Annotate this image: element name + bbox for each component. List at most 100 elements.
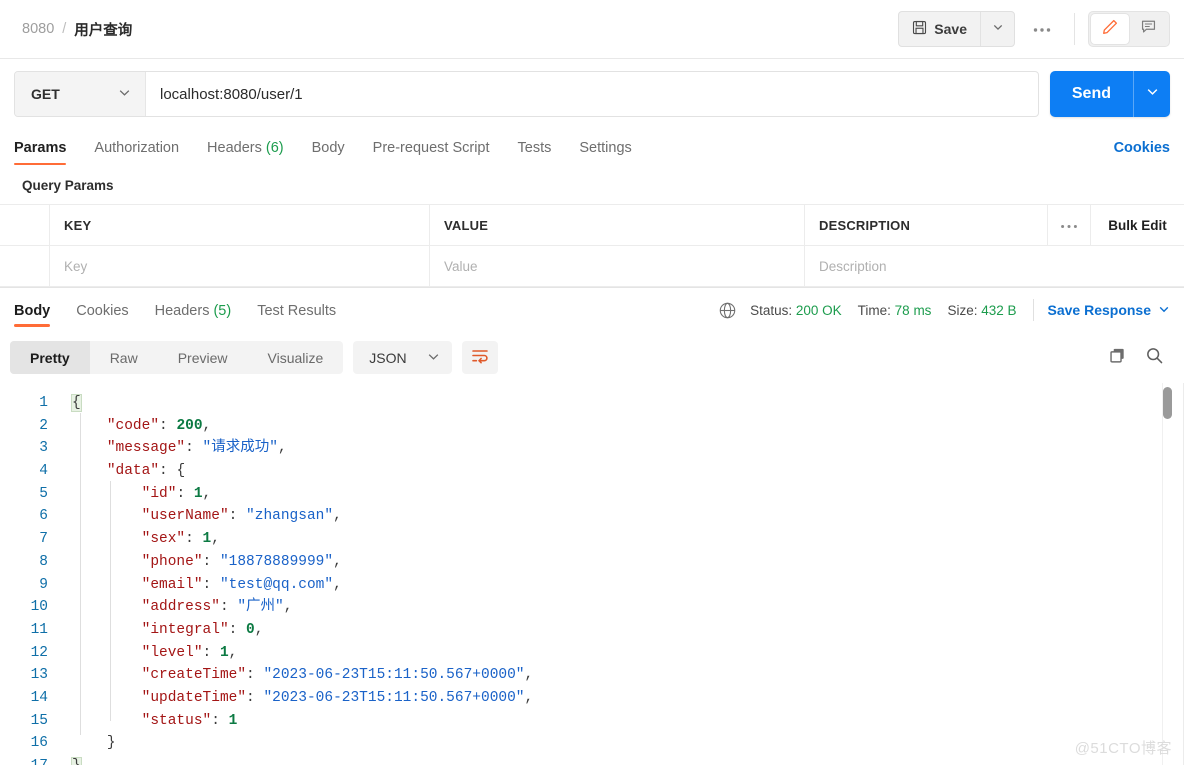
response-format-bar: Pretty Raw Preview Visualize JSON <box>0 332 1184 383</box>
save-response-label: Save Response <box>1047 302 1152 318</box>
param-description-input[interactable]: Description <box>805 246 1090 286</box>
column-header-description-label: DESCRIPTION <box>819 217 911 233</box>
save-button-label: Save <box>934 21 967 37</box>
code-token: : <box>246 667 264 684</box>
response-view-segmented: Pretty Raw Preview Visualize <box>10 341 344 374</box>
save-response-button[interactable]: Save Response <box>1048 302 1171 318</box>
code-token: : <box>176 485 194 502</box>
line-number: 3 <box>39 440 48 457</box>
request-tabs: Params Authorization Headers (6) Body Pre… <box>0 129 1184 165</box>
line-number: 16 <box>30 735 48 752</box>
code-token: 1 <box>193 485 203 502</box>
http-method-value: GET <box>31 86 60 102</box>
column-header-value-label: VALUE <box>444 217 489 233</box>
more-actions-button[interactable] <box>1023 12 1061 46</box>
size-info: Size: 432 B <box>947 303 1016 318</box>
column-header-key: KEY <box>50 205 430 245</box>
response-body-viewer[interactable]: 1234567891011121314151617 { "code": 200,… <box>0 383 1184 765</box>
column-header-value: VALUE <box>430 205 805 245</box>
floppy-disk-icon <box>912 20 927 38</box>
response-meta: Status: 200 OK Time: 78 ms Size: 432 B S… <box>718 299 1170 321</box>
code-token: 200 <box>176 417 203 434</box>
line-number: 8 <box>39 553 48 570</box>
response-tab-cookies[interactable]: Cookies <box>76 294 128 327</box>
tab-body[interactable]: Body <box>312 140 345 165</box>
tab-tests[interactable]: Tests <box>518 140 552 165</box>
code-token: , <box>333 508 342 525</box>
time-value: 78 ms <box>894 302 932 318</box>
code-scrollbar-thumb[interactable] <box>1163 387 1172 419</box>
code-token: { <box>71 394 82 412</box>
postman-window: 8080 / 用户查询 Save GET localhost:8080/user… <box>0 0 1184 770</box>
code-token: , <box>333 576 342 593</box>
send-dropdown-button[interactable] <box>1133 71 1170 117</box>
param-key-input[interactable]: Key <box>50 246 430 286</box>
tab-settings[interactable]: Settings <box>579 140 631 165</box>
code-line: } <box>71 755 1154 765</box>
request-url-row: GET localhost:8080/user/1 Send <box>0 59 1184 129</box>
line-number: 15 <box>30 712 48 729</box>
chevron-down-icon <box>427 350 440 366</box>
json-code[interactable]: { "code": 200, "message": "请求成功", "data"… <box>58 383 1154 765</box>
bulk-edit-button[interactable]: Bulk Edit <box>1091 205 1184 245</box>
code-token: : <box>202 553 220 570</box>
tab-headers-count: (6) <box>265 140 284 156</box>
line-number: 12 <box>30 644 48 661</box>
params-more-button[interactable] <box>1048 205 1091 245</box>
code-line: { <box>71 392 1154 415</box>
response-tab-headers-count: (5) <box>213 302 232 319</box>
code-line: } <box>72 732 1154 755</box>
response-tab-headers[interactable]: Headers (5) <box>155 294 232 327</box>
save-dropdown-button[interactable] <box>980 12 1014 46</box>
view-mode-group <box>1088 11 1170 47</box>
view-preview-button[interactable]: Preview <box>158 341 248 374</box>
code-token: , <box>211 531 220 548</box>
copy-icon[interactable] <box>1108 346 1127 370</box>
tab-headers[interactable]: Headers (6) <box>207 140 284 165</box>
http-method-select[interactable]: GET <box>15 72 146 116</box>
row-checkbox-cell[interactable] <box>0 246 50 286</box>
view-pretty-button[interactable]: Pretty <box>10 341 90 374</box>
breadcrumb-request-name[interactable]: 用户查询 <box>74 19 132 40</box>
response-tab-test-results[interactable]: Test Results <box>257 294 336 327</box>
code-line: "code": 200, <box>72 415 1154 438</box>
edit-mode-button[interactable] <box>1091 14 1129 44</box>
code-token: "email" <box>141 576 203 593</box>
chevron-down-icon <box>1158 302 1170 318</box>
comments-button[interactable] <box>1129 14 1167 44</box>
param-value-input[interactable]: Value <box>430 246 805 286</box>
breadcrumb-collection[interactable]: 8080 <box>22 21 54 37</box>
chevron-down-icon <box>118 86 131 102</box>
time-info: Time: 78 ms <box>858 303 932 318</box>
response-tab-cookies-label: Cookies <box>76 302 129 319</box>
code-token: "message" <box>106 440 186 457</box>
response-tools <box>1108 346 1170 370</box>
send-button[interactable]: Send <box>1050 71 1133 117</box>
code-token: "请求成功" <box>202 440 278 457</box>
select-all-cell[interactable] <box>0 205 50 245</box>
view-raw-button[interactable]: Raw <box>90 341 158 374</box>
language-select[interactable]: JSON <box>353 341 452 374</box>
code-token: "2023-06-23T15:11:50.567+0000" <box>263 667 525 684</box>
code-token: , <box>283 599 293 616</box>
code-token: : <box>185 531 203 548</box>
code-token: { <box>176 463 186 480</box>
tab-pre-request-script[interactable]: Pre-request Script <box>373 140 490 165</box>
response-tab-body[interactable]: Body <box>14 294 51 327</box>
globe-icon <box>718 301 737 320</box>
code-line: "status": 1 <box>72 710 1154 733</box>
toolbar-divider <box>1074 13 1075 45</box>
word-wrap-button[interactable] <box>461 341 498 374</box>
view-visualize-button[interactable]: Visualize <box>248 341 344 374</box>
code-line: "userName": "zhangsan", <box>72 505 1154 528</box>
code-token: "id" <box>141 485 177 502</box>
url-input[interactable]: localhost:8080/user/1 <box>146 72 1038 116</box>
save-button[interactable]: Save <box>899 12 980 46</box>
code-scrollbar-track[interactable] <box>1162 383 1172 765</box>
tab-authorization[interactable]: Authorization <box>94 140 179 165</box>
tab-params[interactable]: Params <box>14 140 67 165</box>
line-number: 11 <box>30 621 48 638</box>
search-icon[interactable] <box>1145 346 1164 370</box>
language-value: JSON <box>369 349 407 366</box>
cookies-link[interactable]: Cookies <box>1114 140 1170 165</box>
